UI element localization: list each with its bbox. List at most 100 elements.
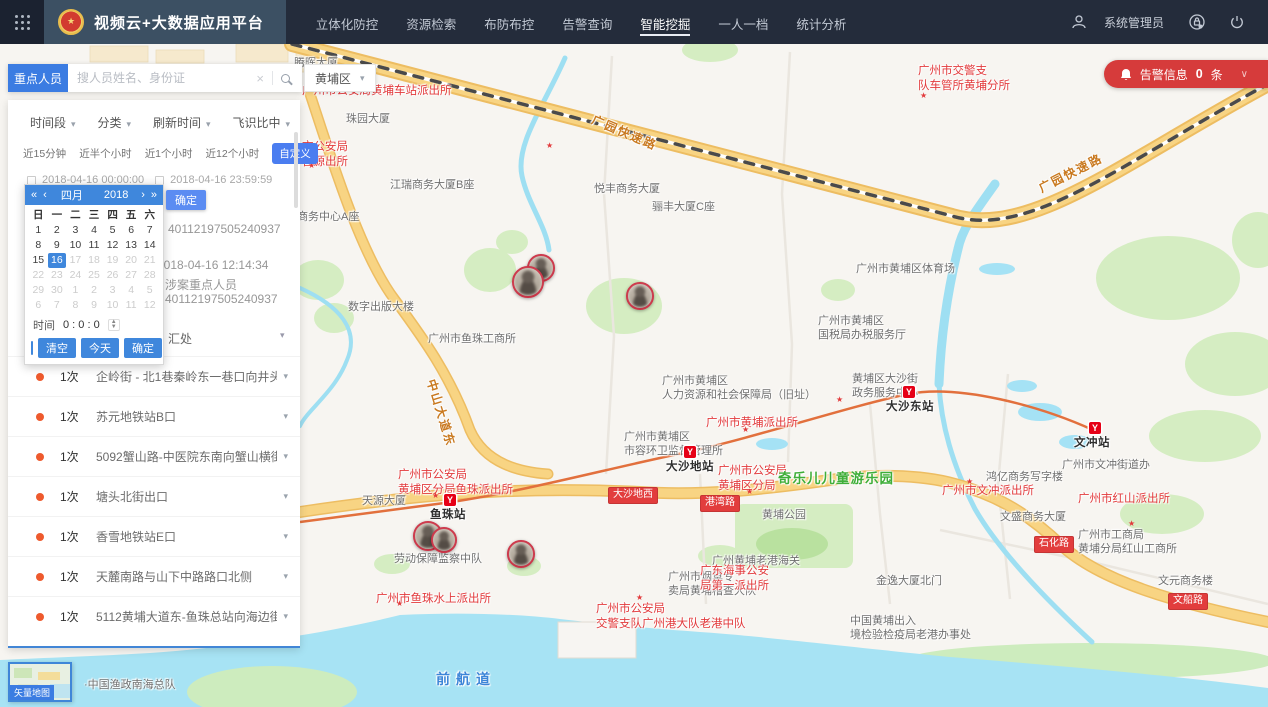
filter-分类[interactable]: 分类 [97,114,131,131]
calendar-day[interactable]: 9 [48,238,67,253]
minimap-patch [38,672,60,680]
calendar-day[interactable]: 25 [85,268,104,283]
nav-item-智能挖掘[interactable]: 智能挖掘 [638,0,692,46]
minimap[interactable]: 矢量地图 [8,662,72,702]
filter-飞识比中[interactable]: 飞识比中 [232,114,290,131]
clear-button[interactable]: 清空 [38,338,76,358]
next-month-icon[interactable]: › [141,189,145,201]
person-photo-marker[interactable] [431,527,457,553]
user-label[interactable]: 系统管理员 [1104,14,1164,31]
record-item[interactable]: 1次天麓南路与山下中路路口北侧▾ [8,556,300,596]
calendar-day[interactable]: 5 [103,223,122,238]
time-value[interactable]: 0 : 0 : 0 [63,319,100,331]
alert-bar[interactable]: 告警信息 0 条 ∨ [1104,60,1268,88]
nav-item-资源检索[interactable]: 资源检索 [404,0,458,46]
nav-item-告警查询[interactable]: 告警查询 [560,0,614,46]
calendar-day[interactable]: 10 [103,298,122,313]
chevron-down-icon[interactable]: ∨ [1241,69,1248,80]
confirm-button[interactable]: 确定 [166,190,206,210]
prev-year-icon[interactable]: « [31,189,37,201]
calendar-day[interactable]: 24 [66,268,85,283]
search-input[interactable] [77,71,248,85]
time-stepper[interactable]: ▲▼ [108,319,120,331]
calendar-day[interactable]: 4 [85,223,104,238]
record-item[interactable]: 1次塘头北街出口▾ [8,476,300,516]
calendar-day[interactable]: 11 [85,238,104,253]
poi-star-icon: ★ [920,92,927,100]
calendar-day[interactable]: 29 [29,283,48,298]
filter-row: 时间段 分类 刷新时间 飞识比中 [8,100,300,131]
calendar-day[interactable]: 18 [85,253,104,268]
prev-month-icon[interactable]: ‹ [43,189,47,201]
nav-item-立体化防控[interactable]: 立体化防控 [314,0,381,46]
user-icon[interactable] [1064,7,1094,37]
person-photo-marker[interactable] [507,540,535,568]
clear-icon[interactable]: × [256,71,264,86]
calendar-day[interactable]: 1 [66,283,85,298]
end-date-field[interactable]: 2018-04-16 23:59:59 [155,174,272,186]
calendar-day[interactable]: 21 [140,253,159,268]
calendar-day[interactable]: 28 [140,268,159,283]
scrollbar-thumb[interactable] [294,132,298,208]
filter-刷新时间[interactable]: 刷新时间 [153,114,211,131]
filter-时间段[interactable]: 时间段 [30,114,76,131]
calendar-day[interactable]: 14 [140,238,159,253]
region-dropdown[interactable]: 黄埔区 ▾ [304,64,376,92]
calendar-day[interactable]: 27 [122,268,141,283]
calendar-day[interactable]: 8 [66,298,85,313]
person-photo-marker[interactable] [512,266,544,298]
calendar-day[interactable]: 22 [29,268,48,283]
calendar-day[interactable]: 30 [48,283,67,298]
calendar-day[interactable]: 11 [122,298,141,313]
calendar-year[interactable]: 2018 [97,189,135,201]
record-item[interactable]: 1次5112黄埔大道东-鱼珠总站向海边街（全）▾ [8,596,300,636]
range-近半个小时[interactable]: 近半个小时 [79,146,132,161]
calendar-day[interactable]: 26 [103,268,122,283]
search-icon[interactable] [281,74,290,83]
calendar-day[interactable]: 3 [66,223,85,238]
record-item[interactable]: 1次苏元地铁站B口▾ [8,396,300,436]
range-近1个小时[interactable]: 近1个小时 [145,146,193,161]
today-button[interactable]: 今天 [81,338,119,358]
calendar-day[interactable]: 23 [48,268,67,283]
calendar-day[interactable]: 12 [103,238,122,253]
calendar-day[interactable]: 2 [48,223,67,238]
power-icon[interactable] [1222,7,1252,37]
person-photo-marker[interactable] [626,282,654,310]
calendar-day[interactable]: 1 [29,223,48,238]
record-item[interactable]: 1次5092蟹山路-中医院东南向蟹山横街▾ [8,436,300,476]
calendar-day[interactable]: 3 [103,283,122,298]
ok-button[interactable]: 确定 [124,338,162,358]
nav-item-统计分析[interactable]: 统计分析 [794,0,848,46]
security-settings-icon[interactable] [1182,7,1212,37]
calendar-day[interactable]: 17 [66,253,85,268]
blurred-face [434,530,454,550]
nav-item-布防布控[interactable]: 布防布控 [482,0,536,46]
tab-key-person[interactable]: 重点人员 [8,64,68,92]
calendar-day[interactable]: 12 [140,298,159,313]
calendar-day[interactable]: 8 [29,238,48,253]
calendar-day[interactable]: 6 [122,223,141,238]
calendar-day[interactable]: 20 [122,253,141,268]
calendar-day[interactable]: 7 [140,223,159,238]
calendar-day[interactable]: 16 [48,253,67,268]
next-year-icon[interactable]: » [151,189,157,201]
range-近12个小时[interactable]: 近12个小时 [206,146,260,161]
calendar-day[interactable]: 4 [122,283,141,298]
nav-item-一人一档[interactable]: 一人一档 [716,0,770,46]
calendar-day[interactable]: 19 [103,253,122,268]
range-近15分钟[interactable]: 近15分钟 [23,146,66,161]
calendar-day[interactable]: 6 [29,298,48,313]
calendar-day[interactable]: 15 [29,253,48,268]
calendar-day[interactable]: 13 [122,238,141,253]
calendar-day[interactable]: 10 [66,238,85,253]
calendar-day[interactable]: 5 [140,283,159,298]
calendar-month[interactable]: 四月 [53,187,91,203]
chevron-down-icon[interactable]: ▾ [280,330,285,341]
calendar-day[interactable]: 2 [85,283,104,298]
app-grid-icon[interactable] [0,0,44,44]
calendar-day[interactable]: 7 [48,298,67,313]
calendar-day[interactable]: 9 [85,298,104,313]
calendar-grid-icon[interactable] [31,341,33,355]
record-item[interactable]: 1次香雪地铁站E口▾ [8,516,300,556]
